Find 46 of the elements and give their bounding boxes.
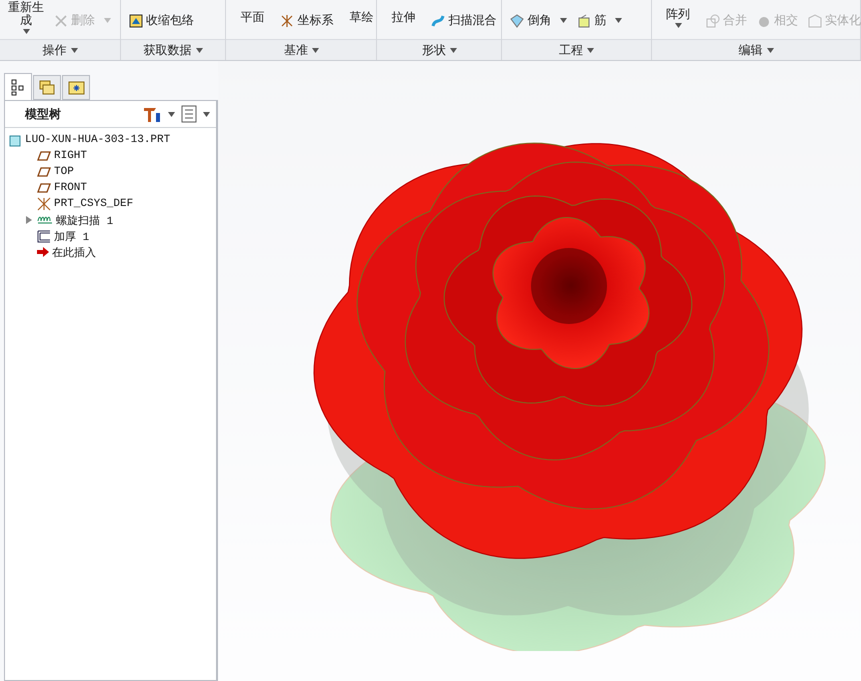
tree-item[interactable]: FRONT <box>37 182 88 194</box>
list-settings-icon[interactable] <box>181 105 197 123</box>
ribbon-button[interactable]: 草绘 <box>343 0 380 35</box>
group-label[interactable]: 获取数据 <box>121 39 226 60</box>
datum-plane-icon <box>37 151 51 161</box>
ribbon-button[interactable]: 坐标系 <box>280 12 334 29</box>
caret-icon <box>70 48 78 52</box>
tree-item[interactable]: TOP <box>37 166 74 178</box>
group-label[interactable]: 编辑 <box>652 39 860 60</box>
ribbon-button[interactable]: 倒角 <box>510 12 568 29</box>
tree-item[interactable]: 螺旋扫描 1 <box>37 212 114 228</box>
merge-icon <box>706 14 720 28</box>
caret-icon <box>168 112 175 116</box>
caret-icon <box>587 48 594 52</box>
tree-icon <box>10 78 26 96</box>
folders-icon <box>38 79 56 96</box>
group-label[interactable]: 基准 <box>226 39 376 60</box>
tree-item[interactable]: RIGHT <box>37 150 88 162</box>
group-label[interactable]: 形状 <box>377 39 502 60</box>
tree-item[interactable]: LUO-XUN-HUA-303-13.PRT <box>9 134 170 146</box>
ribbon-button[interactable]: 扫描混合 <box>431 12 496 29</box>
datum-plane-icon <box>37 183 51 193</box>
tree-item[interactable]: PRT_CSYS_DEF <box>37 197 134 211</box>
caret-icon <box>766 48 774 52</box>
panel-title: 模型树 <box>25 106 62 122</box>
part-icon <box>9 134 22 146</box>
tree-item[interactable]: 加厚 1 <box>37 228 90 244</box>
group-label[interactable]: 操作 <box>0 39 120 60</box>
ribbon-button[interactable]: 筋 <box>577 12 622 29</box>
datum-plane-icon <box>37 167 51 177</box>
caret-icon <box>196 48 203 52</box>
ribbon-button[interactable]: 平面 <box>234 0 270 35</box>
group-label[interactable]: 工程 <box>502 39 651 60</box>
expand-arrow-icon[interactable] <box>25 216 33 224</box>
tree-item[interactable]: 在此插入 <box>37 244 96 260</box>
panel-tab[interactable] <box>4 73 32 100</box>
ribbon-button[interactable]: 收缩包络 <box>129 12 194 29</box>
ribbon-button[interactable]: 阵列 <box>660 0 696 35</box>
caret-icon <box>312 48 319 52</box>
delete-icon <box>54 14 68 28</box>
ribbon-button[interactable]: 重新生成 <box>8 0 44 35</box>
caret-icon <box>450 48 457 52</box>
ribbon-button[interactable]: 拉伸 <box>385 0 422 35</box>
coordinate-system-icon <box>37 197 51 211</box>
caret-icon <box>203 112 210 116</box>
arrow-icon <box>37 247 49 257</box>
